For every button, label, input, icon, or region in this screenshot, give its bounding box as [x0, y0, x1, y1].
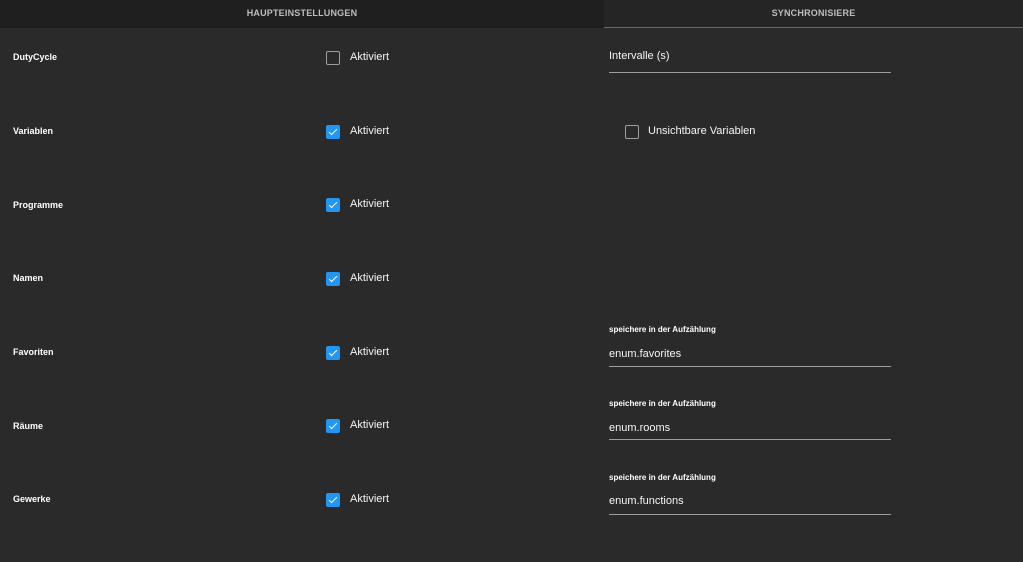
- favoriten-checkbox-label[interactable]: Aktiviert: [350, 346, 389, 358]
- gewerke-checkbox[interactable]: [326, 493, 340, 507]
- namen-checkbox[interactable]: [326, 272, 340, 286]
- favoriten-checkbox[interactable]: [326, 346, 340, 360]
- variablen-checkbox[interactable]: [326, 125, 340, 139]
- tab-bar: HAUPTEINSTELLUNGEN SYNCHRONISIERE: [0, 0, 1023, 28]
- raeume-checkbox[interactable]: [326, 419, 340, 433]
- interval-input[interactable]: Intervalle (s): [609, 46, 891, 73]
- raeume-checkbox-label[interactable]: Aktiviert: [350, 419, 389, 431]
- invisible-variables-label[interactable]: Unsichtbare Variablen: [648, 125, 755, 137]
- enum-rooms-label: speichere in der Aufzählung: [609, 399, 716, 408]
- programme-checkbox[interactable]: [326, 198, 340, 212]
- row-label-variablen: Variablen: [13, 126, 54, 136]
- enum-functions-value: enum.functions: [609, 495, 684, 507]
- enum-functions-label: speichere in der Aufzählung: [609, 473, 716, 482]
- gewerke-checkbox-label[interactable]: Aktiviert: [350, 493, 389, 505]
- row-label-programme: Programme: [13, 200, 64, 210]
- tab-synchronisiere[interactable]: SYNCHRONISIERE: [604, 0, 1023, 28]
- dutycycle-checkbox[interactable]: [326, 51, 340, 65]
- enum-favorites-value: enum.favorites: [609, 348, 682, 360]
- enum-favorites-input[interactable]: enum.favorites: [609, 344, 891, 367]
- enum-favorites-label: speichere in der Aufzählung: [609, 325, 716, 334]
- namen-checkbox-label[interactable]: Aktiviert: [350, 272, 389, 284]
- tab-haupteinstellungen[interactable]: HAUPTEINSTELLUNGEN: [0, 0, 604, 28]
- enum-functions-input[interactable]: enum.functions: [609, 491, 891, 515]
- variablen-checkbox-label[interactable]: Aktiviert: [350, 125, 389, 137]
- invisible-variables-checkbox[interactable]: [625, 125, 639, 139]
- interval-label: Intervalle (s): [609, 50, 670, 62]
- row-label-dutycycle: DutyCycle: [13, 52, 58, 62]
- enum-rooms-input[interactable]: enum.rooms: [609, 418, 891, 440]
- row-label-namen: Namen: [13, 273, 44, 283]
- row-label-favoriten: Favoriten: [13, 347, 54, 357]
- programme-checkbox-label[interactable]: Aktiviert: [350, 198, 389, 210]
- enum-rooms-value: enum.rooms: [609, 422, 671, 434]
- row-label-gewerke: Gewerke: [13, 494, 51, 504]
- row-label-raeume: Räume: [13, 421, 44, 431]
- dutycycle-checkbox-label[interactable]: Aktiviert: [350, 51, 389, 63]
